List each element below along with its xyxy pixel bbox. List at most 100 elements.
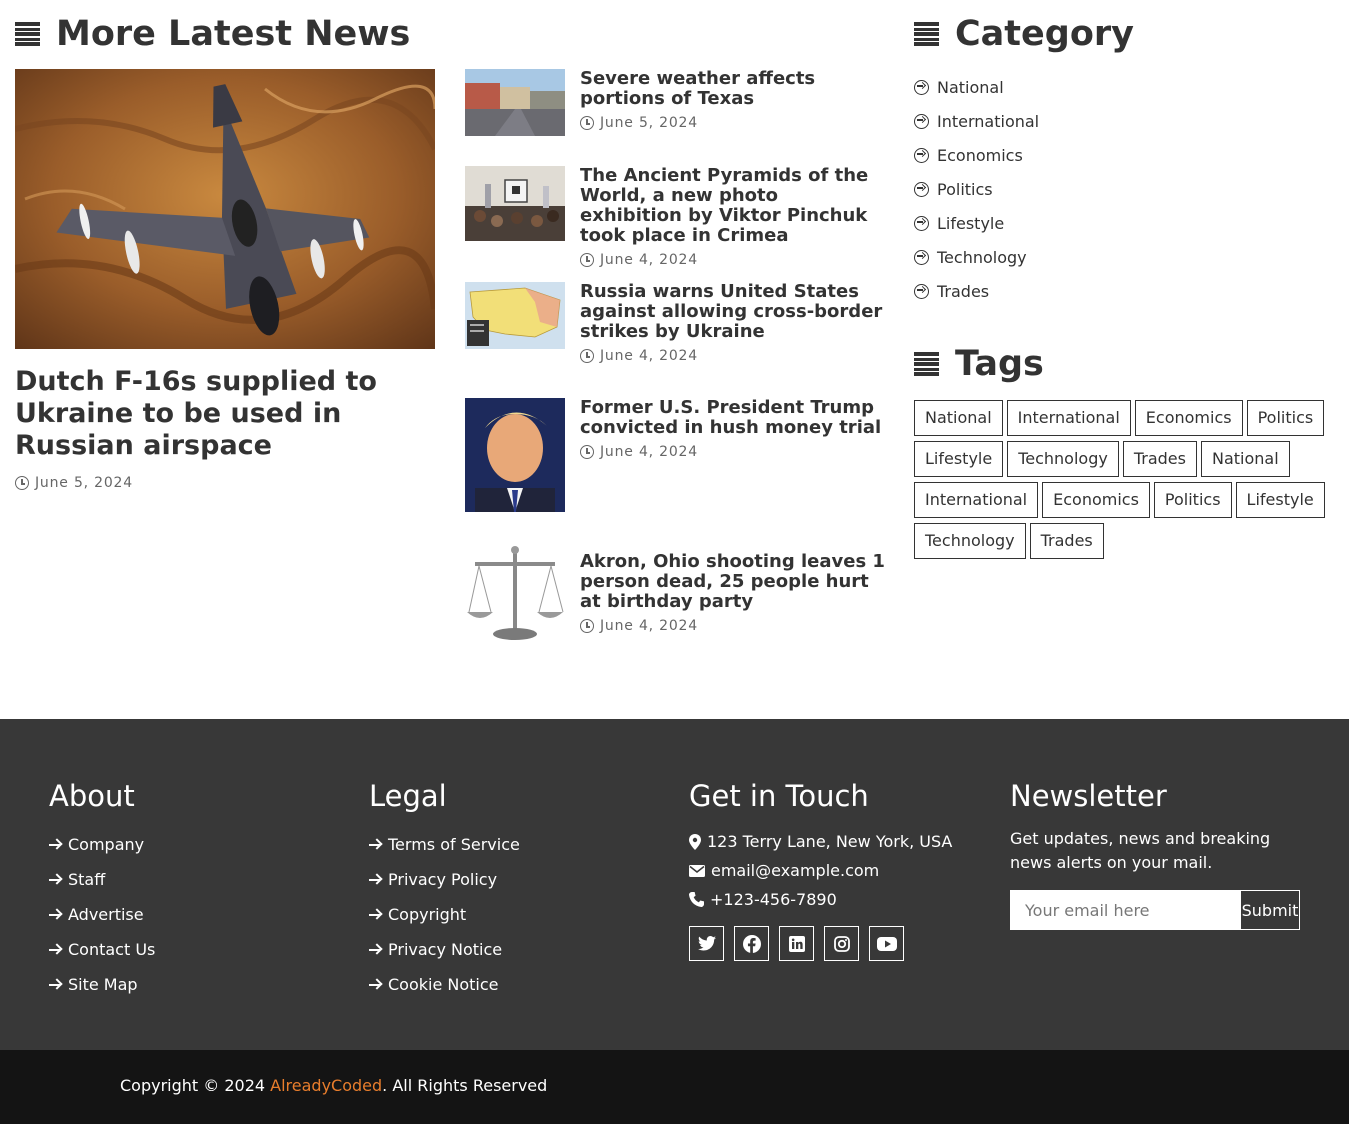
instagram-icon[interactable] xyxy=(824,926,859,961)
news-date: June 4, 2024 xyxy=(580,252,885,268)
footer-link-privacy-policy[interactable]: Privacy Policy xyxy=(369,862,520,897)
footer-link-contact-us[interactable]: Contact Us xyxy=(49,932,155,967)
social-links xyxy=(689,926,952,961)
circle-arrow-icon xyxy=(914,113,929,129)
news-date: June 4, 2024 xyxy=(580,618,885,634)
copyright-bar: Copyright © 2024 AlreadyCoded. All Right… xyxy=(0,1050,1349,1124)
footer-legal: Legal Terms of Service Privacy Policy Co… xyxy=(369,779,520,1002)
footer-link-copyright[interactable]: Copyright xyxy=(369,897,520,932)
tag[interactable]: Technology xyxy=(1007,441,1119,477)
bars-icon xyxy=(914,22,939,46)
news-thumbnail[interactable] xyxy=(465,542,565,642)
circle-arrow-icon xyxy=(914,283,929,299)
footer-link-cookie-notice[interactable]: Cookie Notice xyxy=(369,967,520,1002)
footer: About Company Staff Advertise Contact Us… xyxy=(0,719,1349,1050)
facebook-icon[interactable] xyxy=(734,926,769,961)
footer-link-advertise[interactable]: Advertise xyxy=(49,897,155,932)
featured-title[interactable]: Dutch F-16s supplied to Ukraine to be us… xyxy=(15,366,435,462)
clock-icon xyxy=(580,619,594,633)
contact-phone[interactable]: +123-456-7890 xyxy=(689,885,952,914)
tag[interactable]: Politics xyxy=(1153,482,1232,518)
news-title[interactable]: Severe weather affects portions of Texas xyxy=(580,69,885,109)
footer-newsletter: Newsletter Get updates, news and breakin… xyxy=(1010,779,1310,930)
tag[interactable]: Lifestyle xyxy=(914,441,1004,477)
tag[interactable]: International xyxy=(1006,400,1131,436)
newsletter-email-input[interactable] xyxy=(1010,890,1240,930)
clock-icon xyxy=(580,116,594,130)
footer-about: About Company Staff Advertise Contact Us… xyxy=(49,779,155,1002)
clock-icon xyxy=(580,445,594,459)
brand-link[interactable]: AlreadyCoded xyxy=(270,1076,382,1095)
category-heading: Category xyxy=(914,14,1334,54)
circle-arrow-icon xyxy=(914,147,929,163)
category-item-lifestyle[interactable]: Lifestyle xyxy=(914,206,1334,240)
clock-icon xyxy=(580,253,594,267)
news-title[interactable]: Russia warns United States against allow… xyxy=(580,282,885,342)
tags-heading: Tags xyxy=(914,344,1044,384)
arrow-right-icon xyxy=(49,979,62,991)
featured-image[interactable] xyxy=(15,69,435,349)
latest-news-column: More Latest News Dutch F-16s supplied to… xyxy=(15,14,435,491)
category-item-international[interactable]: International xyxy=(914,104,1334,138)
news-thumbnail[interactable] xyxy=(465,282,565,349)
tag[interactable]: National xyxy=(914,400,1003,436)
tag[interactable]: Trades xyxy=(1029,523,1104,559)
footer-about-heading: About xyxy=(49,779,135,813)
footer-link-site-map[interactable]: Site Map xyxy=(49,967,155,1002)
news-title[interactable]: Former U.S. President Trump convicted in… xyxy=(580,398,885,438)
category-item-trades[interactable]: Trades xyxy=(914,274,1334,308)
youtube-icon[interactable] xyxy=(869,926,904,961)
footer-link-staff[interactable]: Staff xyxy=(49,862,155,897)
arrow-right-icon xyxy=(369,979,382,991)
arrow-right-icon xyxy=(49,839,62,851)
arrow-right-icon xyxy=(369,909,382,921)
envelope-icon xyxy=(689,864,705,877)
footer-link-privacy-notice[interactable]: Privacy Notice xyxy=(369,932,520,967)
twitter-icon[interactable] xyxy=(689,926,724,961)
tag[interactable]: National xyxy=(1200,441,1290,477)
copyright-text: Copyright © 2024 AlreadyCoded. All Right… xyxy=(120,1076,548,1095)
newsletter-submit-button[interactable]: Submit xyxy=(1240,890,1300,930)
tag-cloud: National International Economics Politic… xyxy=(914,400,1334,559)
tag[interactable]: Technology xyxy=(914,523,1026,559)
footer-link-company[interactable]: Company xyxy=(49,827,155,862)
tag[interactable]: International xyxy=(914,482,1039,518)
circle-arrow-icon xyxy=(914,249,929,265)
sidebar: Category National International Economic… xyxy=(914,14,1334,559)
tag[interactable]: Trades xyxy=(1122,441,1197,477)
arrow-right-icon xyxy=(369,839,382,851)
category-list: National International Economics Politic… xyxy=(914,70,1334,308)
circle-arrow-icon xyxy=(914,181,929,197)
contact-address: 123 Terry Lane, New York, USA xyxy=(689,827,952,856)
news-thumbnail[interactable] xyxy=(465,69,565,136)
category-item-technology[interactable]: Technology xyxy=(914,240,1334,274)
category-item-national[interactable]: National xyxy=(914,70,1334,104)
tag[interactable]: Politics xyxy=(1246,400,1325,436)
main-content: More Latest News Dutch F-16s supplied to… xyxy=(0,0,1349,719)
latest-news-heading: More Latest News xyxy=(15,14,435,54)
map-marker-icon xyxy=(689,833,701,850)
tag[interactable]: Lifestyle xyxy=(1235,482,1325,518)
contact-email[interactable]: email@example.com xyxy=(689,856,952,885)
news-thumbnail[interactable] xyxy=(465,166,565,241)
linkedin-icon[interactable] xyxy=(779,926,814,961)
news-title[interactable]: The Ancient Pyramids of the World, a new… xyxy=(580,166,885,246)
featured-date: June 5, 2024 xyxy=(15,475,435,491)
footer-link-terms[interactable]: Terms of Service xyxy=(369,827,520,862)
news-title[interactable]: Akron, Ohio shooting leaves 1 person dea… xyxy=(580,552,885,612)
tag[interactable]: Economics xyxy=(1042,482,1150,518)
footer-contact: Get in Touch 123 Terry Lane, New York, U… xyxy=(689,779,952,961)
clock-icon xyxy=(15,476,29,490)
category-item-politics[interactable]: Politics xyxy=(914,172,1334,206)
footer-contact-heading: Get in Touch xyxy=(689,779,869,813)
newsletter-description: Get updates, news and breaking news aler… xyxy=(1010,829,1271,872)
category-item-economics[interactable]: Economics xyxy=(914,138,1334,172)
news-thumbnail[interactable] xyxy=(465,398,565,512)
bars-icon xyxy=(15,22,40,46)
news-date: June 5, 2024 xyxy=(580,115,885,131)
phone-icon xyxy=(689,892,704,907)
clock-icon xyxy=(580,349,594,363)
tag[interactable]: Economics xyxy=(1134,400,1243,436)
newsletter-form: Submit xyxy=(1010,890,1300,930)
arrow-right-icon xyxy=(49,874,62,886)
